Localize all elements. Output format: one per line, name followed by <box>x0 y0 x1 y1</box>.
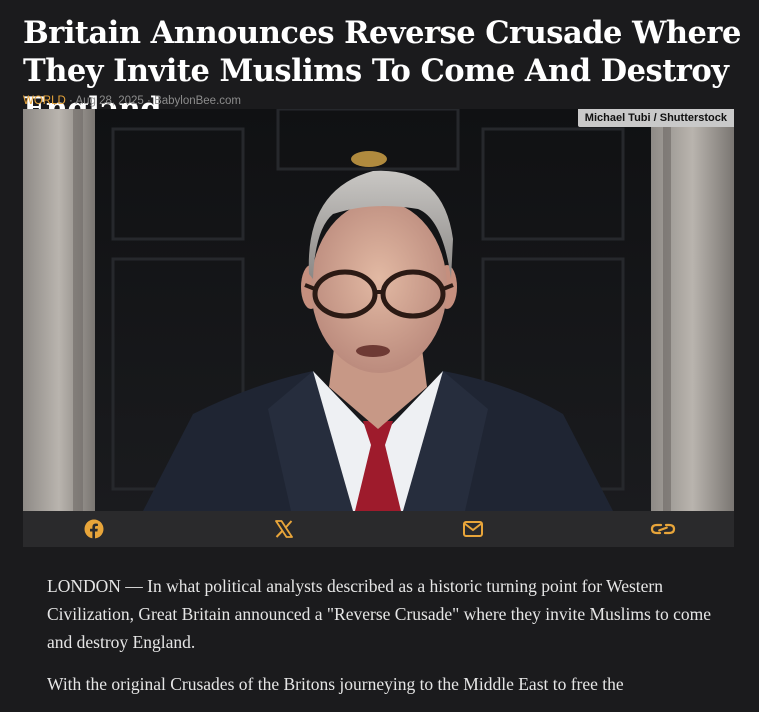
article-source: BabylonBee.com <box>154 95 242 107</box>
article-meta: WORLD · Aug 28, 2025 · BabylonBee.com <box>23 95 241 107</box>
share-facebook-button[interactable] <box>74 511 114 547</box>
article-photo: Michael Tubi / Shutterstock <box>23 109 734 511</box>
share-link-button[interactable] <box>643 511 683 547</box>
share-x-button[interactable] <box>264 511 304 547</box>
photo-credit: Michael Tubi / Shutterstock <box>577 109 734 127</box>
article-body: LONDON — In what political analysts desc… <box>47 572 717 712</box>
meta-separator: · <box>65 95 76 107</box>
article-date: Aug 28, 2025 <box>75 95 144 107</box>
share-email-button[interactable] <box>453 511 493 547</box>
category-link[interactable]: WORLD <box>23 95 66 107</box>
article-photo-image <box>23 109 734 511</box>
article-paragraph: With the original Crusades of the Briton… <box>47 674 624 694</box>
facebook-icon <box>84 519 104 539</box>
meta-separator: · <box>143 95 155 107</box>
x-icon <box>275 520 293 538</box>
link-icon <box>650 523 676 535</box>
email-icon <box>463 521 483 537</box>
share-bar <box>23 511 734 547</box>
article-paragraph: LONDON — In what political analysts desc… <box>47 576 712 652</box>
